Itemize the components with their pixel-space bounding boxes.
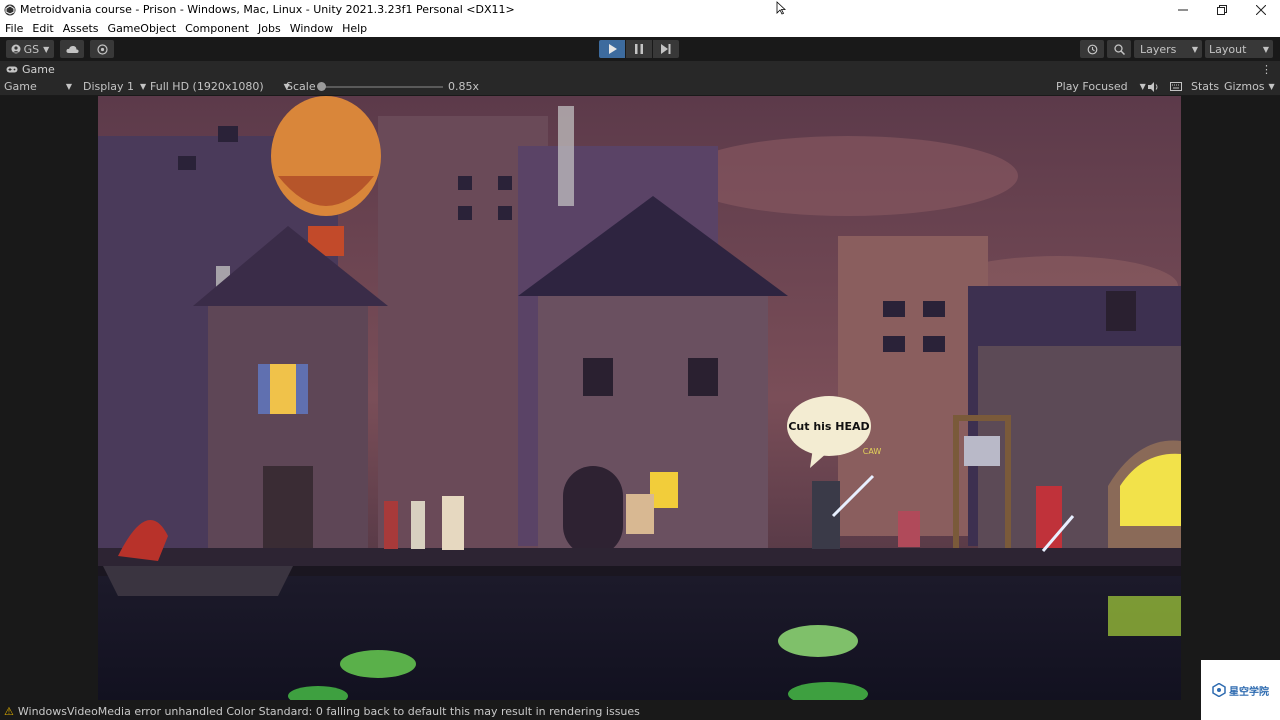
caw-text: CAW	[863, 447, 882, 456]
tab-bar: Game ⋮	[0, 61, 1280, 78]
gizmos-dropdown[interactable]: Gizmos ▼	[1224, 78, 1275, 95]
menu-window[interactable]: Window	[286, 22, 337, 35]
pause-icon	[635, 44, 643, 54]
window-title: Metroidvania course - Prison - Windows, …	[20, 3, 515, 16]
lily-pad	[340, 650, 416, 678]
undo-history-button[interactable]	[1080, 40, 1104, 58]
chevron-down-icon: ▼	[43, 44, 50, 54]
chevron-down-icon: ▼	[65, 82, 72, 91]
close-button[interactable]	[1241, 0, 1280, 19]
account-icon	[11, 44, 21, 54]
account-button[interactable]: GS ▼	[6, 40, 54, 58]
cloud-icon	[65, 45, 79, 53]
search-icon	[1113, 43, 1125, 55]
hexagon-logo-icon	[1212, 683, 1226, 697]
chevron-down-icon: ▼	[1139, 82, 1146, 91]
cloud-button[interactable]	[60, 40, 84, 58]
guard	[1036, 486, 1062, 548]
resolution-label: Full HD (1920x1080)	[150, 80, 264, 93]
keyboard-icon	[1170, 82, 1182, 91]
resolution-dropdown[interactable]: Full HD (1920x1080) ▼	[150, 78, 290, 95]
console-message[interactable]: WindowsVideoMedia error unhandled Color …	[18, 705, 640, 718]
npc-group	[384, 496, 464, 550]
restore-icon	[1216, 4, 1227, 15]
play-icon	[608, 44, 617, 54]
pause-button[interactable]	[626, 40, 652, 58]
game-scene: Cut his HEAD CAW	[98, 96, 1181, 700]
menu-jobs[interactable]: Jobs	[254, 22, 285, 35]
play-button[interactable]	[599, 40, 625, 58]
status-bar: ⚠ WindowsVideoMedia error unhandled Colo…	[0, 703, 1280, 720]
account-label: GS	[23, 42, 40, 56]
main-toolbar: GS ▼ Layers ▼ Layout ▼	[0, 37, 1280, 62]
more-options-icon[interactable]: ⋮	[1261, 63, 1272, 76]
view-mode-label: Game	[4, 80, 37, 93]
menu-gameobject[interactable]: GameObject	[104, 22, 181, 35]
step-button[interactable]	[653, 40, 679, 58]
game-viewport[interactable]: Cut his HEAD CAW	[98, 96, 1181, 700]
minimize-button[interactable]	[1163, 0, 1202, 19]
menu-edit[interactable]: Edit	[28, 22, 57, 35]
window-titlebar: Metroidvania course - Prison - Windows, …	[0, 0, 1280, 19]
menu-bar: File Edit Assets GameObject Component Jo…	[0, 19, 1280, 37]
tab-game[interactable]: Game	[0, 61, 55, 78]
view-mode-dropdown[interactable]: Game ▼	[4, 78, 74, 95]
menu-component[interactable]: Component	[181, 22, 253, 35]
search-button[interactable]	[1107, 40, 1131, 58]
barrel	[898, 511, 920, 547]
scale-label: Scale	[286, 80, 316, 93]
speaker-icon	[1148, 81, 1158, 92]
watermark-text: 星空学院	[1229, 686, 1269, 698]
layers-label: Layers	[1140, 42, 1177, 56]
player-character	[626, 494, 654, 534]
scale-slider-track[interactable]	[321, 86, 443, 88]
scale-value: 0.85x	[448, 80, 480, 93]
unity-icon	[4, 4, 16, 15]
menu-file[interactable]: File	[1, 22, 27, 35]
shortcuts-toggle[interactable]	[1170, 78, 1182, 95]
chevron-down-icon: ▼	[1262, 45, 1269, 54]
play-mode-label: Play Focused	[1056, 80, 1128, 93]
display-label: Display 1	[83, 80, 135, 93]
play-mode-dropdown[interactable]: Play Focused ▼	[1056, 78, 1146, 95]
menu-help[interactable]: Help	[338, 22, 371, 35]
gamepad-icon	[6, 66, 18, 73]
layout-dropdown[interactable]: Layout ▼	[1205, 40, 1273, 58]
display-dropdown[interactable]: Display 1 ▼	[83, 78, 146, 95]
speech-bubble-text: Cut his HEAD	[788, 420, 869, 433]
lily-pad	[778, 625, 858, 657]
close-icon	[1255, 4, 1266, 15]
chevron-down-icon: ▼	[1191, 45, 1198, 54]
boat	[103, 566, 293, 596]
tab-game-label: Game	[22, 63, 55, 76]
collab-button[interactable]	[90, 40, 114, 58]
menu-assets[interactable]: Assets	[59, 22, 103, 35]
layers-dropdown[interactable]: Layers ▼	[1134, 40, 1202, 58]
chevron-down-icon: ▼	[1268, 82, 1275, 91]
collab-icon	[96, 43, 108, 55]
game-view-controlbar: Game ▼ Display 1 ▼ Full HD (1920x1080) ▼…	[0, 78, 1280, 96]
stats-button[interactable]: Stats	[1191, 78, 1219, 95]
step-icon	[661, 44, 671, 54]
restore-button[interactable]	[1202, 0, 1241, 19]
watermark-logo: 星空学院	[1201, 660, 1280, 720]
gizmos-label: Gizmos	[1224, 80, 1265, 93]
history-icon	[1087, 44, 1097, 54]
mouse-cursor-icon	[776, 1, 786, 15]
warning-icon: ⚠	[4, 705, 14, 718]
layout-label: Layout	[1209, 42, 1247, 56]
scale-slider-handle[interactable]	[317, 82, 326, 91]
bg-building	[838, 236, 988, 536]
minimize-icon	[1177, 9, 1188, 10]
mute-audio-toggle[interactable]	[1148, 78, 1159, 95]
chevron-down-icon: ▼	[140, 82, 147, 91]
